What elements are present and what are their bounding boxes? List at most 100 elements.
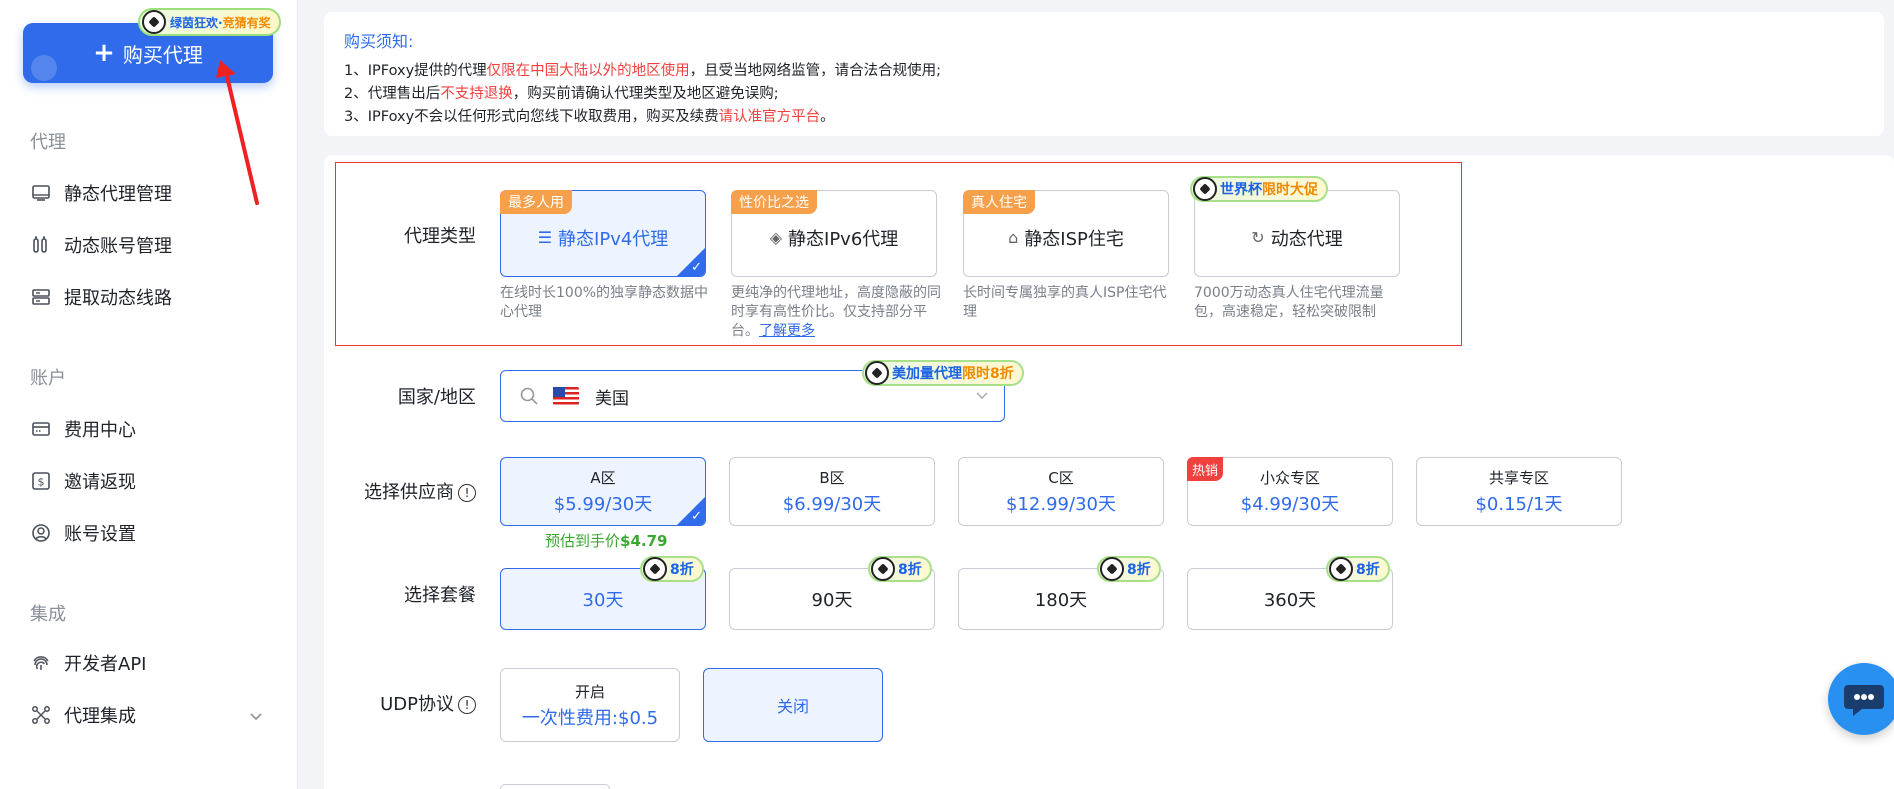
sidebar-item-dynamic-account[interactable]: 动态账号管理	[30, 232, 172, 258]
discount-badge: 8折	[1097, 556, 1161, 582]
option-description: 在线时长100%的独享静态数据中心代理	[500, 285, 709, 320]
discount-badge: 8折	[1326, 556, 1390, 582]
chevron-down-icon[interactable]	[248, 708, 264, 724]
notice-line-1: 1、IPFoxy提供的代理仅限在中国大陆以外的地区使用，且受当地网络监管，请合法…	[344, 63, 942, 79]
fingerprint-icon	[30, 652, 52, 674]
hot-tag: 热销	[1187, 457, 1224, 481]
sidebar-item-label: 开发者API	[64, 654, 147, 675]
user-icon	[30, 522, 52, 544]
promo-text-highlight: 竞猜有奖	[222, 15, 271, 30]
option-description: 更纯净的代理地址，高度隐蔽的同时享有高性价比。仅支持部分平台。了解更多	[731, 285, 941, 339]
option-label: 动态代理	[1270, 228, 1343, 250]
sidebar-item-developer-api[interactable]: 开发者API	[30, 650, 146, 676]
udp-off-option[interactable]: 关闭	[703, 668, 883, 742]
package-label: 选择套餐	[404, 585, 476, 606]
soccer-ball-icon	[865, 361, 889, 385]
sidebar-item-label: 费用中心	[64, 420, 136, 441]
sidebar-item-label: 动态账号管理	[64, 236, 172, 257]
info-icon[interactable]: !	[458, 484, 476, 502]
refresh-icon: ↻	[1251, 228, 1265, 247]
chevron-down-icon	[976, 392, 988, 400]
notice-title: 购买须知:	[344, 32, 414, 51]
nav-group-label-account: 账户	[30, 368, 66, 389]
provider-a[interactable]: A区 $5.99/30天 ✓	[500, 457, 706, 526]
soccer-ball-icon	[142, 10, 166, 34]
soccer-ball-icon	[643, 557, 667, 581]
plus-icon: +	[93, 38, 115, 68]
sidebar-item-label: 邀请返现	[64, 472, 136, 493]
us-flag-icon	[553, 387, 579, 405]
sidebar-item-invite[interactable]: $ 邀请返现	[30, 468, 136, 494]
soccer-ball-icon	[1193, 177, 1217, 201]
sidebar-item-label: 代理集成	[64, 706, 136, 727]
sidebar-item-extract-lines[interactable]: 提取动态线路	[30, 284, 172, 310]
purchase-notice: 购买须知: 1、IPFoxy提供的代理仅限在中国大陆以外的地区使用，且受当地网络…	[324, 12, 1884, 136]
option-label: 静态ISP住宅	[1024, 228, 1124, 250]
dynamic-account-icon	[30, 234, 52, 256]
soccer-ball-icon	[1329, 557, 1353, 581]
sidebar-item-static-proxy[interactable]: 静态代理管理	[30, 180, 172, 206]
provider-label: 选择供应商!	[316, 478, 476, 504]
promo-badge[interactable]: 绿茵狂欢· 竞猜有奖	[138, 8, 281, 36]
option-label: 静态IPv6代理	[788, 228, 899, 250]
region-label: 国家/地区	[397, 387, 476, 408]
sidebar-item-label: 账号设置	[64, 524, 136, 545]
sidebar: + 购买代理 绿茵狂欢· 竞猜有奖 代理 静态代理管理 动态账号管理 提取动态线路…	[0, 0, 298, 789]
dollar-icon: $	[30, 470, 52, 492]
world-cup-promo-badge: 世界杯 限时大促	[1190, 176, 1328, 202]
chat-support-button[interactable]	[1828, 663, 1894, 735]
soccer-ball-icon	[1100, 557, 1124, 581]
red-arrow-annotation	[216, 60, 259, 205]
provider-b[interactable]: B区 $6.99/30天	[729, 457, 935, 526]
soccer-ball-decoration-icon	[31, 55, 57, 81]
provider-c[interactable]: C区 $12.99/30天	[958, 457, 1164, 526]
promo-text: 绿茵狂欢·	[170, 15, 223, 30]
notice-line-3: 3、IPFoxy不会以任何形式向您线下收取费用，购买及续费请认准官方平台。	[344, 109, 835, 125]
tag-badge: 最多人用	[500, 190, 572, 214]
soccer-ball-icon	[871, 557, 895, 581]
sidebar-item-label: 提取动态线路	[64, 288, 172, 309]
learn-more-link[interactable]: 了解更多	[759, 323, 815, 339]
search-icon	[520, 387, 538, 405]
sidebar-item-billing[interactable]: 费用中心	[30, 416, 136, 442]
integration-icon	[30, 704, 52, 726]
proxy-type-static-ipv4[interactable]: 最多人用 ☰ 静态IPv4代理 ✓	[500, 190, 706, 277]
monitor-icon	[30, 182, 52, 204]
provider-shared[interactable]: 共享专区 $0.15/1天	[1416, 457, 1622, 526]
home-icon: ⌂	[1008, 228, 1019, 247]
sidebar-item-proxy-integration[interactable]: 代理集成	[30, 702, 136, 728]
proxy-type-label: 代理类型	[404, 226, 476, 247]
check-icon: ✓	[691, 260, 702, 275]
sidebar-item-label: 静态代理管理	[64, 184, 172, 205]
proxy-type-static-ipv6[interactable]: 性价比之选 ◈ 静态IPv6代理	[731, 190, 937, 277]
udp-on-option[interactable]: 开启 一次性费用:$0.5	[500, 668, 680, 742]
option-description: 长时间专属独享的真人ISP住宅代理	[963, 285, 1167, 320]
buy-proxy-label: 购买代理	[122, 42, 203, 67]
proxy-type-static-isp[interactable]: 真人住宅 ⌂ 静态ISP住宅	[963, 190, 1169, 277]
estimated-price-note: 预估到手价$4.79	[545, 532, 668, 550]
server-icon	[30, 286, 52, 308]
next-row-partial	[500, 784, 610, 789]
check-icon: ✓	[691, 509, 702, 524]
option-label: 静态IPv4代理	[558, 228, 669, 250]
svg-text:$: $	[38, 476, 45, 489]
info-icon[interactable]: !	[458, 696, 476, 714]
udp-label: UDP协议!	[316, 690, 476, 716]
tag-badge: 性价比之选	[731, 190, 817, 214]
region-promo-badge: 美加量代理 限时8折	[862, 360, 1024, 386]
server-icon: ☰	[537, 228, 553, 247]
region-value: 美国	[595, 388, 629, 409]
proxy-type-dynamic[interactable]: ↻ 动态代理	[1194, 190, 1400, 277]
notice-line-2: 2、代理售出后不支持退换，购买前请确认代理类型及地区避免误购;	[344, 86, 779, 102]
tag-badge: 真人住宅	[963, 190, 1035, 214]
nav-group-label-proxy: 代理	[30, 132, 66, 153]
option-description: 7000万动态真人住宅代理流量包，高速稳定，轻松突破限制	[1194, 285, 1384, 320]
sidebar-item-account-settings[interactable]: 账号设置	[30, 520, 136, 546]
provider-niche[interactable]: 热销 小众专区 $4.99/30天	[1187, 457, 1393, 526]
discount-badge: 8折	[640, 556, 704, 582]
nav-group-label-integration: 集成	[30, 604, 66, 625]
card-icon	[30, 418, 52, 440]
chat-bubble-icon	[1844, 685, 1884, 716]
discount-badge: 8折	[868, 556, 932, 582]
layers-icon: ◈	[769, 228, 783, 247]
